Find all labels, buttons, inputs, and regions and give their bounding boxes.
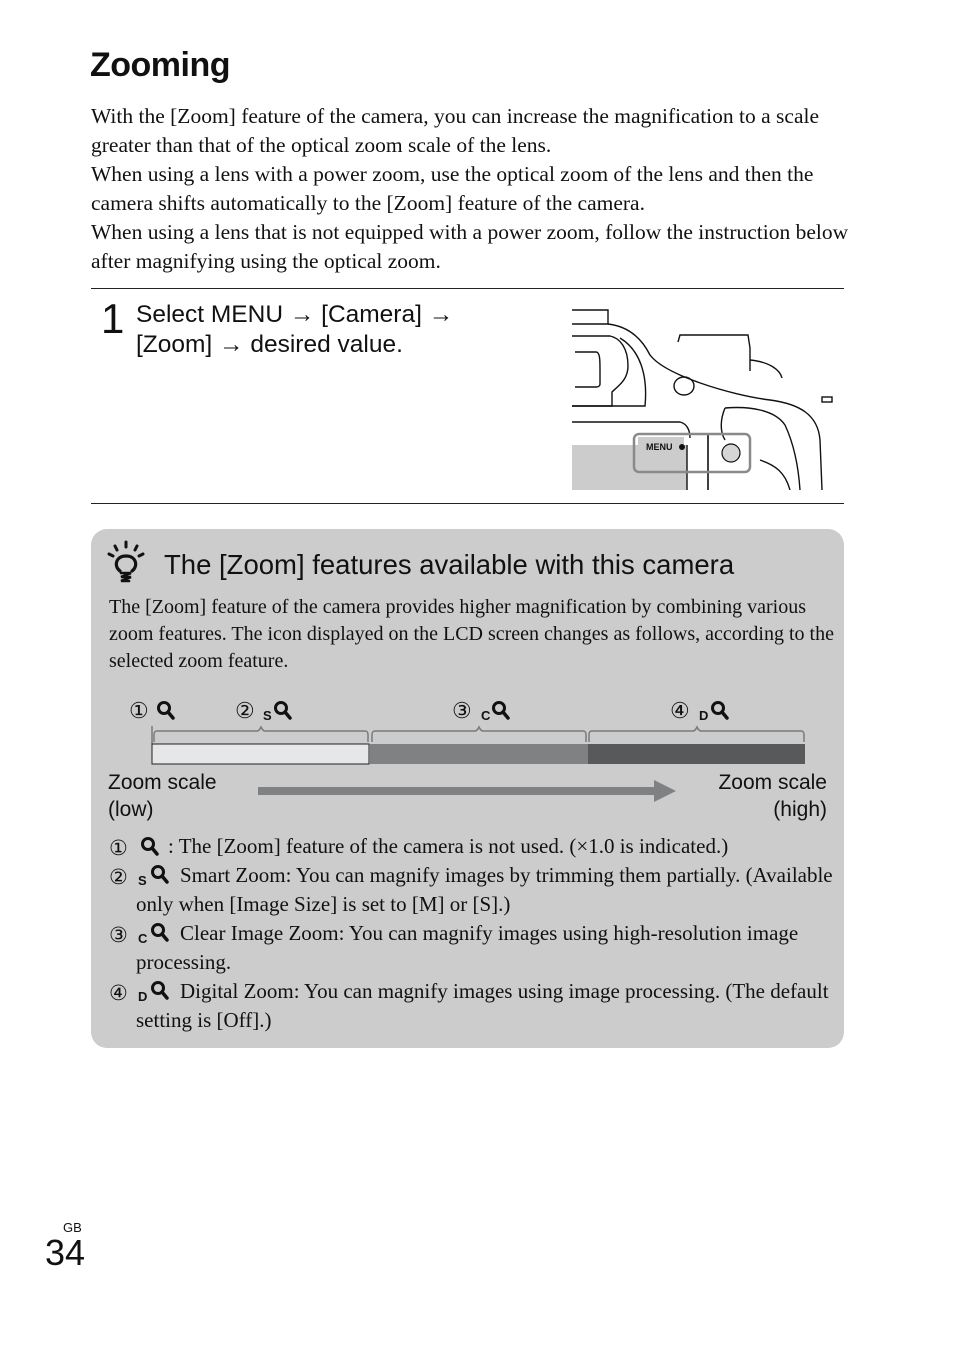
zoom-scale-high-label: Zoom scale (high) (718, 771, 827, 821)
digital-zoom-icon (711, 701, 729, 720)
legend-item-smart-zoom: ② S Smart Zoom: You can magnify images b… (109, 861, 834, 919)
step-number: 1 (101, 295, 125, 342)
legend-number: ② (109, 866, 128, 889)
legend-item-clear-image-zoom: ③ C Clear Image Zoom: You can magnify im… (109, 919, 834, 977)
legend-number: ④ (109, 982, 128, 1005)
clear-image-zoom-icon: C (138, 923, 169, 944)
svg-text:D: D (138, 989, 147, 1002)
intro-paragraph: With the [Zoom] feature of the camera, y… (91, 104, 820, 157)
svg-text:②: ② (235, 698, 255, 723)
clear-image-zoom-icon (492, 701, 510, 720)
legend-text: Smart Zoom: You can magnify images by tr… (136, 863, 833, 916)
legend-number: ① (109, 837, 128, 860)
scale-marker-4: ④ D (670, 698, 729, 723)
intro-paragraph: When using a lens that is not equipped w… (91, 220, 849, 273)
smart-zoom-icon: S (138, 865, 169, 886)
smart-zoom-icon (274, 701, 292, 720)
page-number: 34 (45, 1232, 86, 1273)
intro-paragraph: When using a lens with a power zoom, use… (91, 162, 814, 215)
page-title: Zooming (90, 46, 231, 84)
intro-text: With the [Zoom] feature of the camera, y… (91, 102, 851, 276)
divider-bottom (91, 503, 844, 504)
zoom-magnifier-icon (141, 837, 159, 856)
step-line-1: Select MENU → [Camera] → (136, 301, 454, 328)
svg-text:①: ① (129, 698, 149, 723)
tip-heading: The [Zoom] features available with this … (164, 549, 735, 580)
legend-text: Digital Zoom: You can magnify images usi… (136, 979, 829, 1032)
svg-text:C: C (481, 708, 491, 723)
menu-button-label: MENU (646, 442, 673, 452)
legend-text: Clear Image Zoom: You can magnify images… (136, 921, 799, 974)
tip-box: The [Zoom] features available with this … (91, 529, 844, 1048)
zoom-magnifier-icon (157, 701, 175, 720)
zoom-legend: ① : The [Zoom] feature of the camera is … (109, 832, 834, 1035)
divider-top (91, 288, 844, 289)
camera-back-illustration: MENU (572, 309, 833, 490)
step-line-2: [Zoom] → desired value. (136, 331, 403, 358)
scale-segment-clear-image (370, 744, 588, 764)
zoom-scale-diagram: ① ② S ③ C ④ D Zoom scale (low) Zoom scal… (91, 689, 844, 829)
svg-text:④: ④ (670, 698, 690, 723)
svg-text:D: D (699, 708, 708, 723)
zoom-scale-low-label: Zoom scale (low) (108, 771, 217, 821)
legend-text: : The [Zoom] feature of the camera is no… (168, 834, 729, 858)
scale-marker-3: ③ C (452, 698, 510, 723)
svg-text:C: C (138, 931, 148, 944)
digital-zoom-icon: D (138, 981, 169, 1002)
svg-text:S: S (263, 708, 272, 723)
zoom-direction-arrow (258, 780, 676, 802)
step-instruction: Select MENU → [Camera] → [Zoom] → desire… (136, 300, 516, 360)
scale-marker-2: ② S (235, 698, 292, 723)
scale-segment-digital (588, 744, 805, 764)
legend-item-digital-zoom: ④ D Digital Zoom: You can magnify images… (109, 977, 834, 1035)
svg-text:S: S (138, 873, 147, 886)
tip-description: The [Zoom] feature of the camera provide… (109, 596, 834, 672)
scale-brackets (151, 725, 805, 744)
legend-item-optical: ① : The [Zoom] feature of the camera is … (109, 832, 834, 861)
zoom-scale-graphic: ① ② S ③ C ④ D (129, 698, 805, 765)
lightbulb-hint-icon (107, 540, 145, 583)
scale-marker-1: ① (129, 698, 175, 723)
svg-text:③: ③ (452, 698, 472, 723)
scale-segment-optical (151, 743, 370, 765)
legend-number: ③ (109, 924, 128, 947)
